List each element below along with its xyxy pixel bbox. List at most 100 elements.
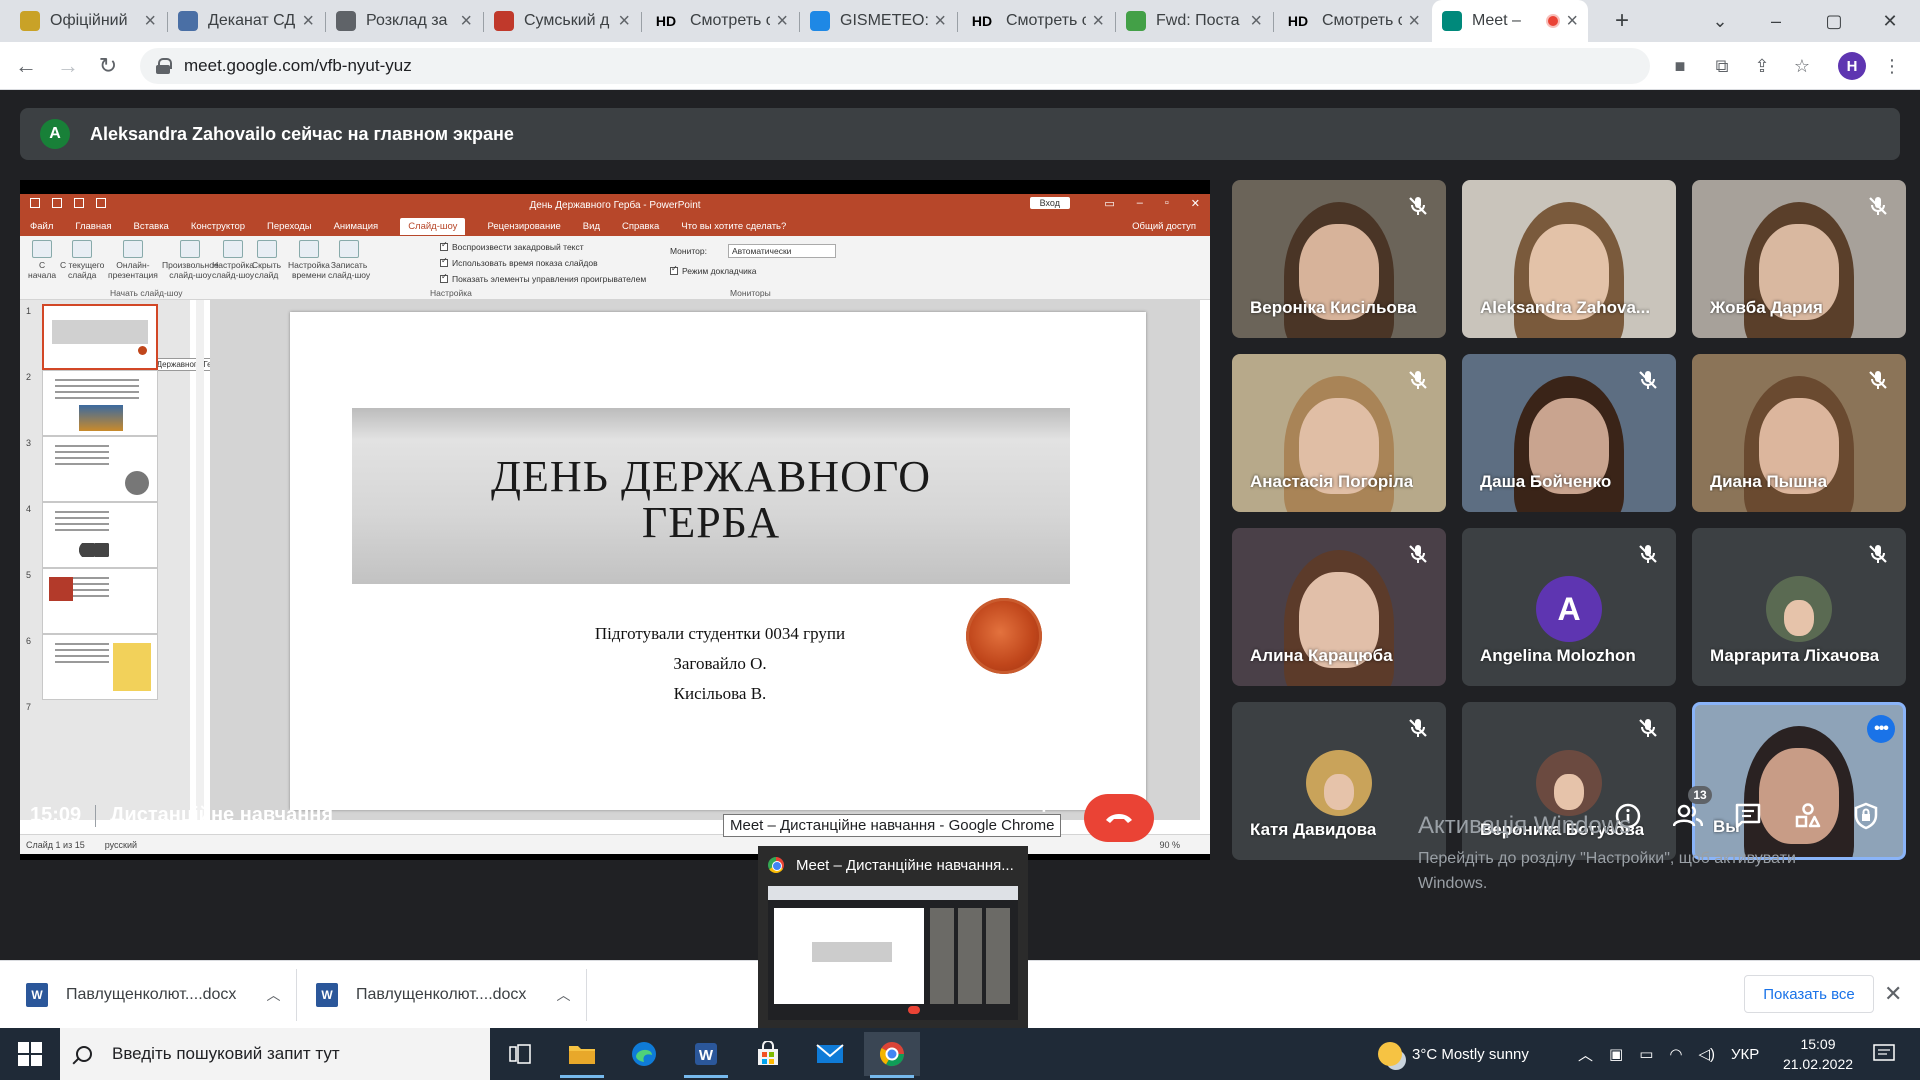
file-explorer-icon[interactable] bbox=[554, 1032, 610, 1078]
browser-tab[interactable]: Сумський д × bbox=[484, 2, 640, 40]
taskbar-clock[interactable]: 15:09 21.02.2022 bbox=[1778, 1034, 1858, 1074]
weather-widget[interactable]: 3°C Mostly sunny bbox=[1378, 1028, 1529, 1080]
thumb-text-line bbox=[55, 463, 109, 465]
participant-tile[interactable]: Катя Давидова bbox=[1232, 702, 1446, 860]
leave-call-button[interactable] bbox=[1084, 794, 1154, 842]
tab-close-icon[interactable]: × bbox=[302, 10, 314, 33]
tab-close-icon[interactable]: × bbox=[1408, 10, 1420, 33]
notification-center-icon[interactable] bbox=[1872, 1028, 1896, 1080]
thumb-banner bbox=[52, 320, 148, 344]
host-controls-button[interactable] bbox=[1846, 796, 1886, 836]
profile-avatar[interactable]: H bbox=[1838, 52, 1866, 80]
tab-close-icon[interactable]: × bbox=[934, 10, 946, 33]
windows-activation-watermark: Активація Windows Перейдіть до розділу "… bbox=[1418, 812, 1838, 896]
show-all-downloads-button[interactable]: Показать все bbox=[1744, 975, 1874, 1013]
camera-icon[interactable]: ■ bbox=[1664, 50, 1696, 82]
thumb-text-line bbox=[55, 643, 109, 645]
download-item-1[interactable]: W Павлущенколют....docx ︿ bbox=[26, 961, 280, 1029]
close-downloads-icon[interactable]: ✕ bbox=[1884, 981, 1902, 1007]
ppt-menu-item: Переходы bbox=[267, 220, 312, 232]
chrome-taskbar-icon[interactable] bbox=[864, 1032, 920, 1078]
phone-hangup-icon bbox=[1106, 814, 1132, 823]
address-bar[interactable]: meet.google.com/vfb-nyut-yuz bbox=[140, 48, 1650, 84]
store-icon[interactable] bbox=[740, 1032, 796, 1076]
ppt-login-button: Вход bbox=[1029, 197, 1070, 209]
windows-taskbar: Введіть пошуковий запит тут W 3°C Mostly… bbox=[0, 1028, 1920, 1080]
browser-tab[interactable]: Деканат СД × bbox=[168, 2, 324, 40]
tab-close-icon[interactable]: × bbox=[1250, 10, 1262, 33]
checkbox-narration: Воспроизвести закадровый текст bbox=[440, 240, 584, 252]
browser-tab[interactable]: Fwd: Поста × bbox=[1116, 2, 1272, 40]
task-view-icon[interactable] bbox=[492, 1032, 548, 1076]
thumb-text-line bbox=[55, 379, 139, 381]
translate-icon[interactable]: ⧉ bbox=[1706, 50, 1738, 82]
tab-close-icon[interactable]: × bbox=[1566, 10, 1578, 33]
forward-icon[interactable]: → bbox=[52, 50, 84, 82]
tab-close-icon[interactable]: × bbox=[1092, 10, 1104, 33]
download-item-2[interactable]: W Павлущенколют....docx ︿ bbox=[316, 961, 570, 1029]
participant-tile[interactable]: Вероніка Кисільова bbox=[1232, 180, 1446, 338]
slide-thumbnail bbox=[42, 370, 158, 436]
share-page-icon[interactable]: ⇪ bbox=[1746, 50, 1778, 82]
presenter-avatar: A bbox=[40, 119, 70, 149]
participant-tile[interactable]: Анастасія Погоріла bbox=[1232, 354, 1446, 512]
download-filename: Павлущенколют....docx bbox=[66, 986, 237, 1003]
tab-search-icon[interactable]: ⌄ bbox=[1692, 0, 1748, 42]
tab-close-icon[interactable]: × bbox=[618, 10, 630, 33]
ppt-menu-item: Вид bbox=[582, 220, 600, 232]
lock-icon[interactable] bbox=[156, 58, 172, 74]
chrome-menu-icon[interactable]: ⋮ bbox=[1876, 50, 1908, 82]
tab-close-icon[interactable]: × bbox=[144, 10, 156, 33]
participant-tile[interactable]: Aleksandra Zahova... bbox=[1462, 180, 1676, 338]
minimize-icon[interactable]: – bbox=[1748, 0, 1804, 42]
windows-start-button[interactable] bbox=[18, 1042, 42, 1066]
url-text: meet.google.com/vfb-nyut-yuz bbox=[184, 56, 412, 75]
thumbnail-scrollbar bbox=[196, 300, 204, 820]
volume-icon[interactable]: ◁) bbox=[1698, 1045, 1715, 1063]
word-icon[interactable]: W bbox=[678, 1032, 734, 1078]
weather-text: 3°C Mostly sunny bbox=[1412, 1045, 1529, 1063]
slide-thumbnail bbox=[42, 634, 158, 700]
edge-icon[interactable] bbox=[616, 1032, 672, 1076]
back-icon[interactable]: ← bbox=[10, 50, 42, 82]
slide-title-banner: ДЕНЬ ДЕРЖАВНОГО ГЕРБА bbox=[352, 408, 1070, 584]
browser-tab[interactable]: Розклад за × bbox=[326, 2, 482, 40]
mail-icon[interactable] bbox=[802, 1032, 858, 1076]
slide-number: 4 bbox=[26, 504, 32, 514]
tab-close-icon[interactable]: × bbox=[460, 10, 472, 33]
tray-chevron-icon[interactable]: ︿ bbox=[1578, 1044, 1593, 1065]
participant-name: Aleksandra Zahova... bbox=[1480, 298, 1651, 317]
participant-tile[interactable]: A Angelina Molozhon bbox=[1462, 528, 1676, 686]
muted-mic-icon bbox=[1409, 371, 1427, 389]
taskbar-window-preview[interactable]: Meet – Дистанційне навчання... bbox=[758, 846, 1028, 1028]
battery-icon[interactable]: ▭ bbox=[1639, 1045, 1653, 1063]
participant-tile[interactable]: Даша Бойченко bbox=[1462, 354, 1676, 512]
tray-app-icon[interactable]: ▣ bbox=[1609, 1045, 1623, 1063]
language-indicator[interactable]: УКР bbox=[1731, 1046, 1759, 1063]
reload-icon[interactable]: ↻ bbox=[92, 50, 124, 82]
wifi-icon[interactable]: ◠ bbox=[1669, 1045, 1682, 1063]
chrome-icon bbox=[768, 857, 784, 873]
browser-tab[interactable]: Meet – × bbox=[1432, 0, 1588, 42]
bookmark-star-icon[interactable]: ☆ bbox=[1786, 50, 1818, 82]
browser-tab[interactable]: HD Смотреть с × bbox=[642, 2, 798, 40]
new-tab-icon[interactable]: + bbox=[1594, 0, 1650, 42]
thumb-text-line bbox=[55, 517, 109, 519]
browser-tab[interactable]: HD Смотреть с × bbox=[1274, 2, 1430, 40]
browser-tab[interactable]: Офіційний × bbox=[10, 2, 166, 40]
participant-tile[interactable]: Маргарита Ліхачова bbox=[1692, 528, 1906, 686]
tile-more-options-icon[interactable]: ••• bbox=[1867, 715, 1895, 743]
participant-tile[interactable]: Жовба Дария bbox=[1692, 180, 1906, 338]
maximize-icon[interactable]: ▢ bbox=[1806, 0, 1862, 42]
chevron-up-icon[interactable]: ︿ bbox=[556, 985, 570, 1005]
participant-tile[interactable]: Алина Карацюба bbox=[1232, 528, 1446, 686]
tab-close-icon[interactable]: × bbox=[776, 10, 788, 33]
taskbar-search[interactable]: Введіть пошуковий запит тут bbox=[60, 1028, 490, 1080]
ppt-menu-item: Главная bbox=[75, 220, 112, 232]
browser-tab[interactable]: HD Смотреть с × bbox=[958, 2, 1114, 40]
ribbon-button-icon bbox=[72, 240, 93, 258]
close-window-icon[interactable]: ✕ bbox=[1862, 0, 1918, 42]
browser-tab[interactable]: GISMETEO: × bbox=[800, 2, 956, 40]
chevron-up-icon[interactable]: ︿ bbox=[266, 985, 280, 1005]
participant-tile[interactable]: Диана Пышна bbox=[1692, 354, 1906, 512]
